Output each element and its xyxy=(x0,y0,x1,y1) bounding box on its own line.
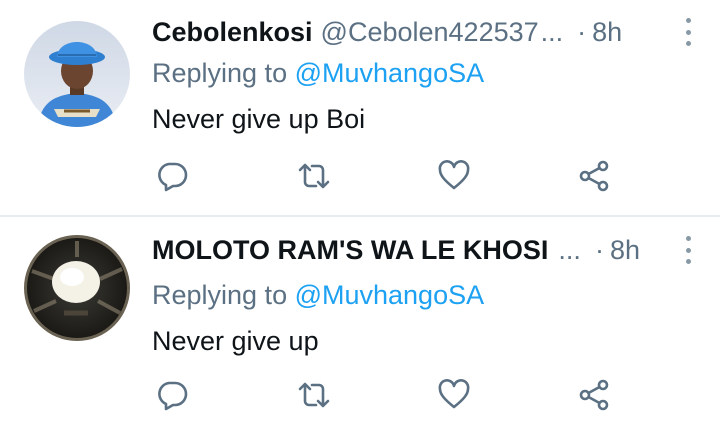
truncation-ellipsis: ... xyxy=(558,234,581,265)
tweet-header: Cebolenkosi @Cebolen422537 ... · 8h xyxy=(152,12,700,52)
retweet-button[interactable] xyxy=(292,156,336,196)
display-name[interactable]: Cebolenkosi xyxy=(152,17,313,48)
timestamp[interactable]: 8h xyxy=(610,235,640,266)
reply-icon xyxy=(158,162,188,192)
tweet-actions xyxy=(150,156,630,196)
reply-icon xyxy=(158,381,188,411)
share-button[interactable] xyxy=(572,375,616,415)
mention-link[interactable]: @MuvhangoSA xyxy=(295,280,485,310)
replying-to: Replying to @MuvhangoSA xyxy=(152,280,484,311)
reply-button[interactable] xyxy=(150,375,194,415)
like-icon xyxy=(438,160,470,190)
more-options-icon[interactable] xyxy=(676,18,700,46)
retweet-button[interactable] xyxy=(292,375,336,415)
share-button[interactable] xyxy=(572,156,616,196)
separator-dot: · xyxy=(594,234,604,265)
tweet-text: Never give up xyxy=(152,326,319,356)
replying-to: Replying to @MuvhangoSA xyxy=(152,58,484,89)
mention-link[interactable]: @MuvhangoSA xyxy=(295,58,485,88)
share-icon xyxy=(579,379,609,411)
like-button[interactable] xyxy=(432,156,476,196)
tweet[interactable]: MOLOTO RAM'S WA LE KHOSI ... · 8h Replyi… xyxy=(0,216,720,422)
replying-to-label: Replying to xyxy=(152,58,295,88)
reply-button[interactable] xyxy=(150,156,194,196)
truncation-ellipsis: ... xyxy=(540,16,564,47)
like-icon xyxy=(438,379,470,409)
replying-to-label: Replying to xyxy=(152,280,295,310)
avatar[interactable] xyxy=(24,21,130,127)
more-options-icon[interactable] xyxy=(676,236,700,264)
user-handle[interactable]: @Cebolen422537 xyxy=(321,17,539,48)
tweet-header: MOLOTO RAM'S WA LE KHOSI ... · 8h xyxy=(152,230,700,270)
display-name[interactable]: MOLOTO RAM'S WA LE KHOSI xyxy=(152,235,548,266)
avatar[interactable] xyxy=(24,235,130,341)
tweet-actions xyxy=(150,375,630,415)
tweet[interactable]: Cebolenkosi @Cebolen422537 ... · 8h Repl… xyxy=(0,0,720,216)
tweet-text: Never give up Boi xyxy=(152,104,366,134)
like-button[interactable] xyxy=(432,375,476,415)
separator-dot: · xyxy=(577,16,587,47)
retweet-icon xyxy=(298,163,330,189)
retweet-icon xyxy=(298,382,330,408)
timestamp[interactable]: 8h xyxy=(592,17,622,48)
share-icon xyxy=(579,160,609,192)
